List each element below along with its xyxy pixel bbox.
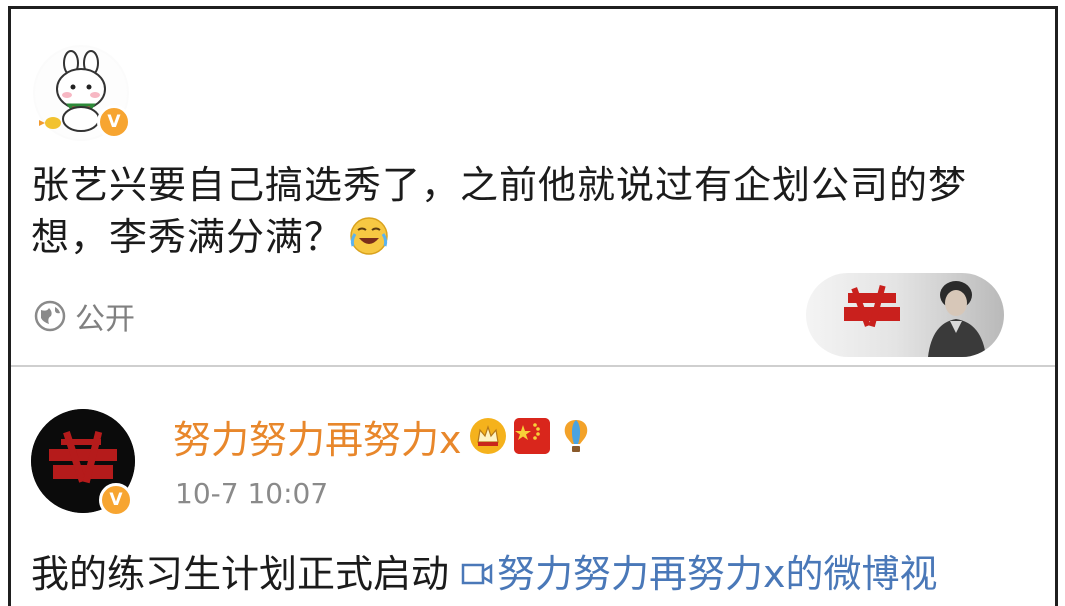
post-text: 张艺兴要自己搞选秀了，之前他就说过有企划公司的梦想，李秀满分满？ xyxy=(31,159,1031,263)
visibility-indicator[interactable]: 公开 xyxy=(33,296,135,337)
retweet-text-content: 我的练习生计划正式启动 xyxy=(31,552,450,596)
retweet-username-row[interactable]: 努力努力再努力x xyxy=(173,409,594,464)
video-link[interactable]: 努力努力再努力x的微博视 xyxy=(497,552,938,596)
retweet-text: 我的练习生计划正式启动 努力努力再努力x的微博视 xyxy=(31,549,938,599)
video-thumbnail[interactable] xyxy=(806,273,1004,357)
weibo-post-card: V 张艺兴要自己搞选秀了，之前他就说过有企划公司的梦想，李秀满分满？ 公开 V … xyxy=(8,6,1058,606)
crown-badge-icon[interactable] xyxy=(469,418,506,454)
section-divider xyxy=(11,365,1055,367)
china-flag-badge-icon[interactable] xyxy=(513,418,550,454)
retweet-username[interactable]: 努力努力再努力x xyxy=(173,409,462,464)
thumbnail-image xyxy=(844,281,986,357)
author-avatar[interactable]: V xyxy=(33,45,131,141)
visibility-label: 公开 xyxy=(75,302,135,337)
laugh-cry-emoji-icon xyxy=(349,216,389,256)
retweet-verified-badge: V xyxy=(99,483,133,517)
hot-air-balloon-badge-icon[interactable] xyxy=(558,418,594,454)
retweet-timestamp: 10-7 10:07 xyxy=(175,477,329,510)
video-link-icon[interactable] xyxy=(461,551,493,585)
post-text-content: 张艺兴要自己搞选秀了，之前他就说过有企划公司的梦想，李秀满分满？ xyxy=(31,163,968,259)
globe-icon xyxy=(33,299,67,333)
verified-badge: V xyxy=(97,105,131,139)
